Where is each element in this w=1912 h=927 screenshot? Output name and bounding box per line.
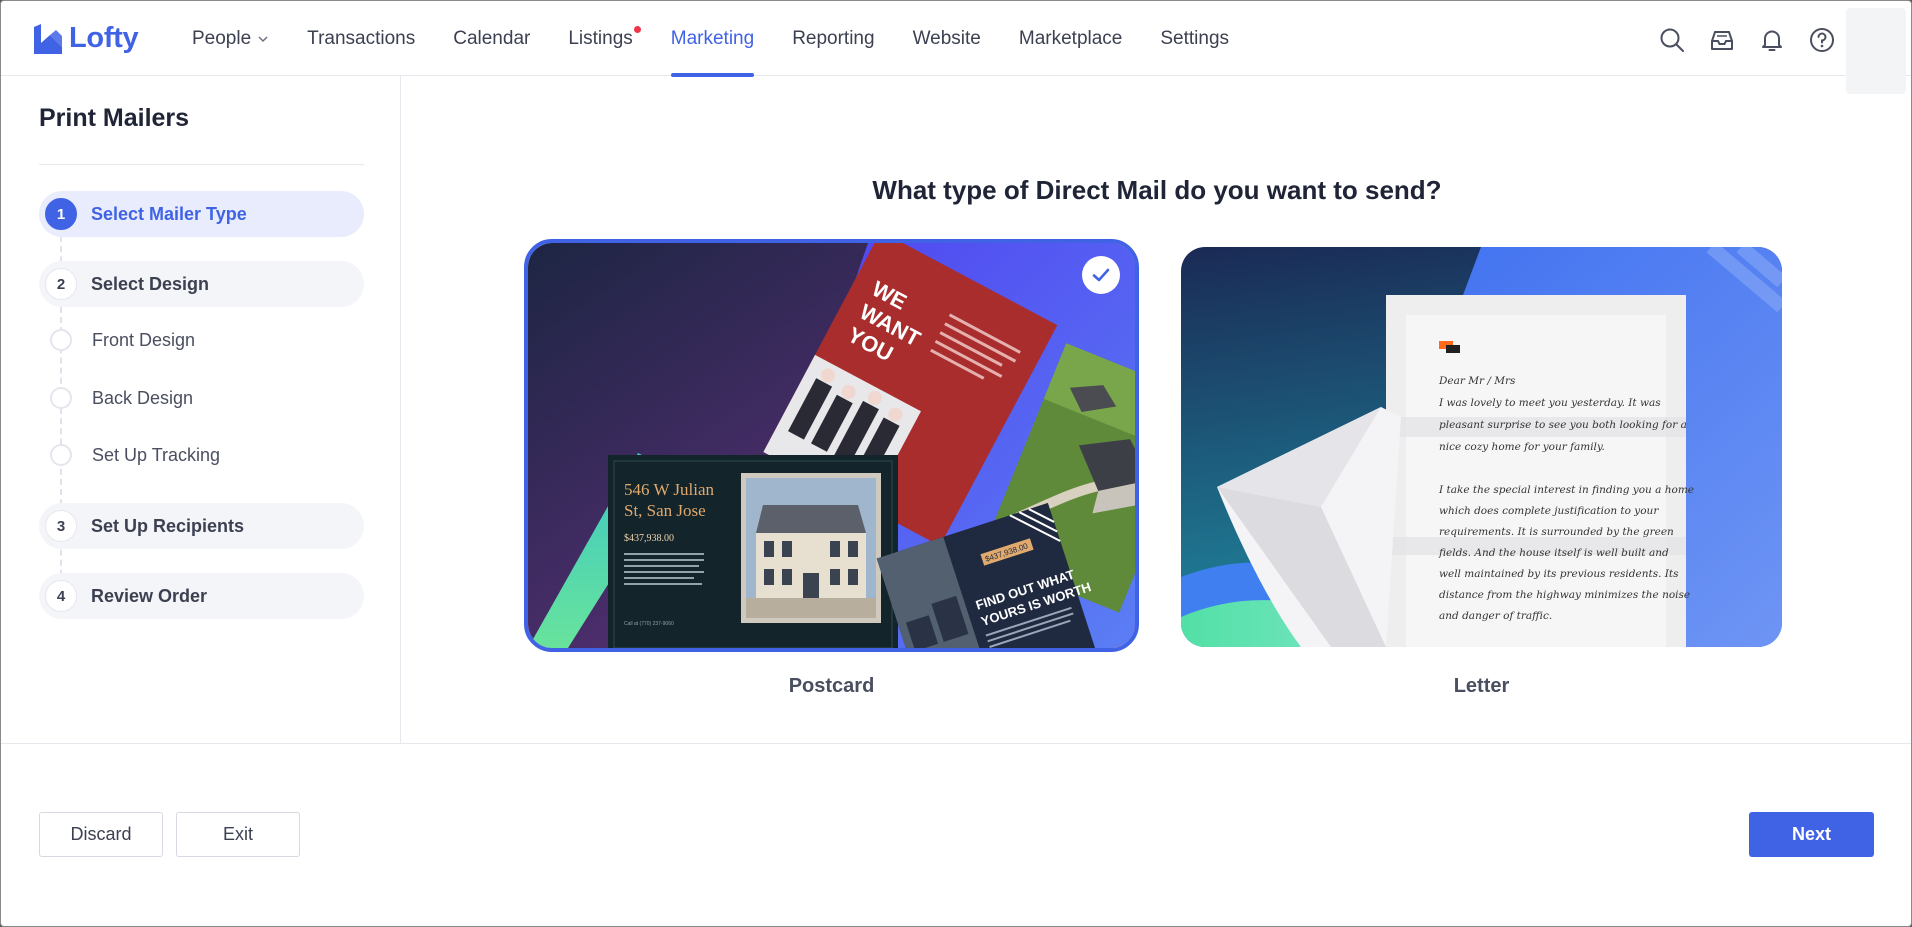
postcard-illustration: WE WANT YOU 546 W Julian St, San Jose $4… [528,243,1135,648]
app-window: Lofty People Transactions Calendar Listi… [0,0,1912,927]
header-tools [1658,26,1858,54]
postcard-option-card[interactable]: WE WANT YOU 546 W Julian St, San Jose $4… [524,239,1139,652]
nav-marketing[interactable]: Marketing [670,1,755,77]
step-select-mailer-type[interactable]: 1 Select Mailer Type [39,191,364,237]
letter-line-5: I take the special interest in finding y… [1438,484,1694,496]
exit-button[interactable]: Exit [176,812,300,857]
steps-sidebar: Print Mailers 1 Select Mailer Type 2 Sel… [1,76,401,743]
substep-dot [50,444,72,466]
bell-icon[interactable] [1758,26,1786,54]
letter-line-7: requirements. It is surrounded by the gr… [1439,526,1674,538]
discard-button[interactable]: Discard [39,812,163,857]
letter-line-11: and danger of traffic. [1439,610,1552,622]
main-nav: People Transactions Calendar Listings Ma… [192,1,1267,77]
divider [39,164,364,165]
postcard-label[interactable]: Postcard [528,675,1135,698]
inbox-icon[interactable] [1708,26,1736,54]
search-icon[interactable] [1658,26,1686,54]
listing-price: $437,938.00 [624,533,674,544]
substep-front-design[interactable]: Front Design [50,328,195,352]
letter-line-3: nice cozy home for your family. [1439,441,1605,453]
chevron-down-icon [258,35,268,42]
step-number: 2 [45,268,77,300]
top-navigation-bar: Lofty People Transactions Calendar Listi… [1,1,1911,94]
letter-line-8: fields. And the house itself is well bui… [1438,547,1669,559]
step-label: Select Mailer Type [91,203,247,224]
listing-phone: Call at (770) 237-9060 [624,621,674,627]
letter-label[interactable]: Letter [1181,675,1782,698]
nav-website[interactable]: Website [913,1,981,76]
step-number: 4 [45,580,77,612]
listing-address-line-2: St, San Jose [624,501,706,520]
nav-listings-label: Listings [568,27,633,49]
letter-illustration: Dear Mr / Mrs I was lovely to meet you y… [1181,247,1782,647]
substep-label: Set Up Tracking [92,444,221,465]
footer-actions: Discard Exit Next [1,743,1911,926]
notification-dot [633,26,641,33]
nav-calendar[interactable]: Calendar [453,1,530,76]
step-select-design[interactable]: 2 Select Design [39,261,364,307]
letter-greeting: Dear Mr / Mrs [1438,375,1516,387]
logo[interactable]: Lofty [32,21,139,55]
substep-back-design[interactable]: Back Design [50,386,193,410]
letter-line-10: distance from the highway minimizes the … [1439,589,1690,601]
nav-listings[interactable]: Listings [568,1,641,76]
step-review-order[interactable]: 4 Review Order [39,573,364,619]
substep-dot [50,329,72,351]
nav-people[interactable]: People [192,1,269,76]
main-content: What type of Direct Mail do you want to … [401,76,1911,743]
step-number: 3 [45,510,77,542]
letter-line-6: which does complete justification to you… [1439,505,1659,517]
nav-marketplace[interactable]: Marketplace [1019,1,1123,76]
page-question: What type of Direct Mail do you want to … [872,175,1442,205]
step-label: Review Order [91,585,208,606]
next-button[interactable]: Next [1749,812,1874,857]
substep-label: Front Design [92,329,196,350]
nav-transactions[interactable]: Transactions [307,1,415,76]
lofty-logo-icon [34,24,62,54]
nav-people-label: People [192,27,252,49]
nav-settings[interactable]: Settings [1160,1,1229,76]
substep-set-up-tracking[interactable]: Set Up Tracking [50,443,220,467]
step-number: 1 [45,198,77,230]
substep-label: Back Design [92,387,194,408]
letter-line-9: well maintained by its previous resident… [1439,568,1679,580]
step-label: Select Design [91,273,210,294]
step-label: Set Up Recipients [91,515,245,536]
logo-text: Lofty [69,21,139,54]
sidebar-title: Print Mailers [39,104,190,132]
listing-address-line-1: 546 W Julian [624,480,715,499]
letter-line-1: I was lovely to meet you yesterday. It w… [1438,397,1661,409]
letter-option-card[interactable]: Dear Mr / Mrs I was lovely to meet you y… [1181,247,1782,647]
help-icon[interactable] [1808,26,1836,54]
step-set-up-recipients[interactable]: 3 Set Up Recipients [39,503,364,549]
selected-check-icon [1082,256,1120,294]
letter-line-2: pleasant surprise to see you both lookin… [1439,419,1687,431]
substep-dot [50,387,72,409]
nav-reporting[interactable]: Reporting [792,1,874,76]
